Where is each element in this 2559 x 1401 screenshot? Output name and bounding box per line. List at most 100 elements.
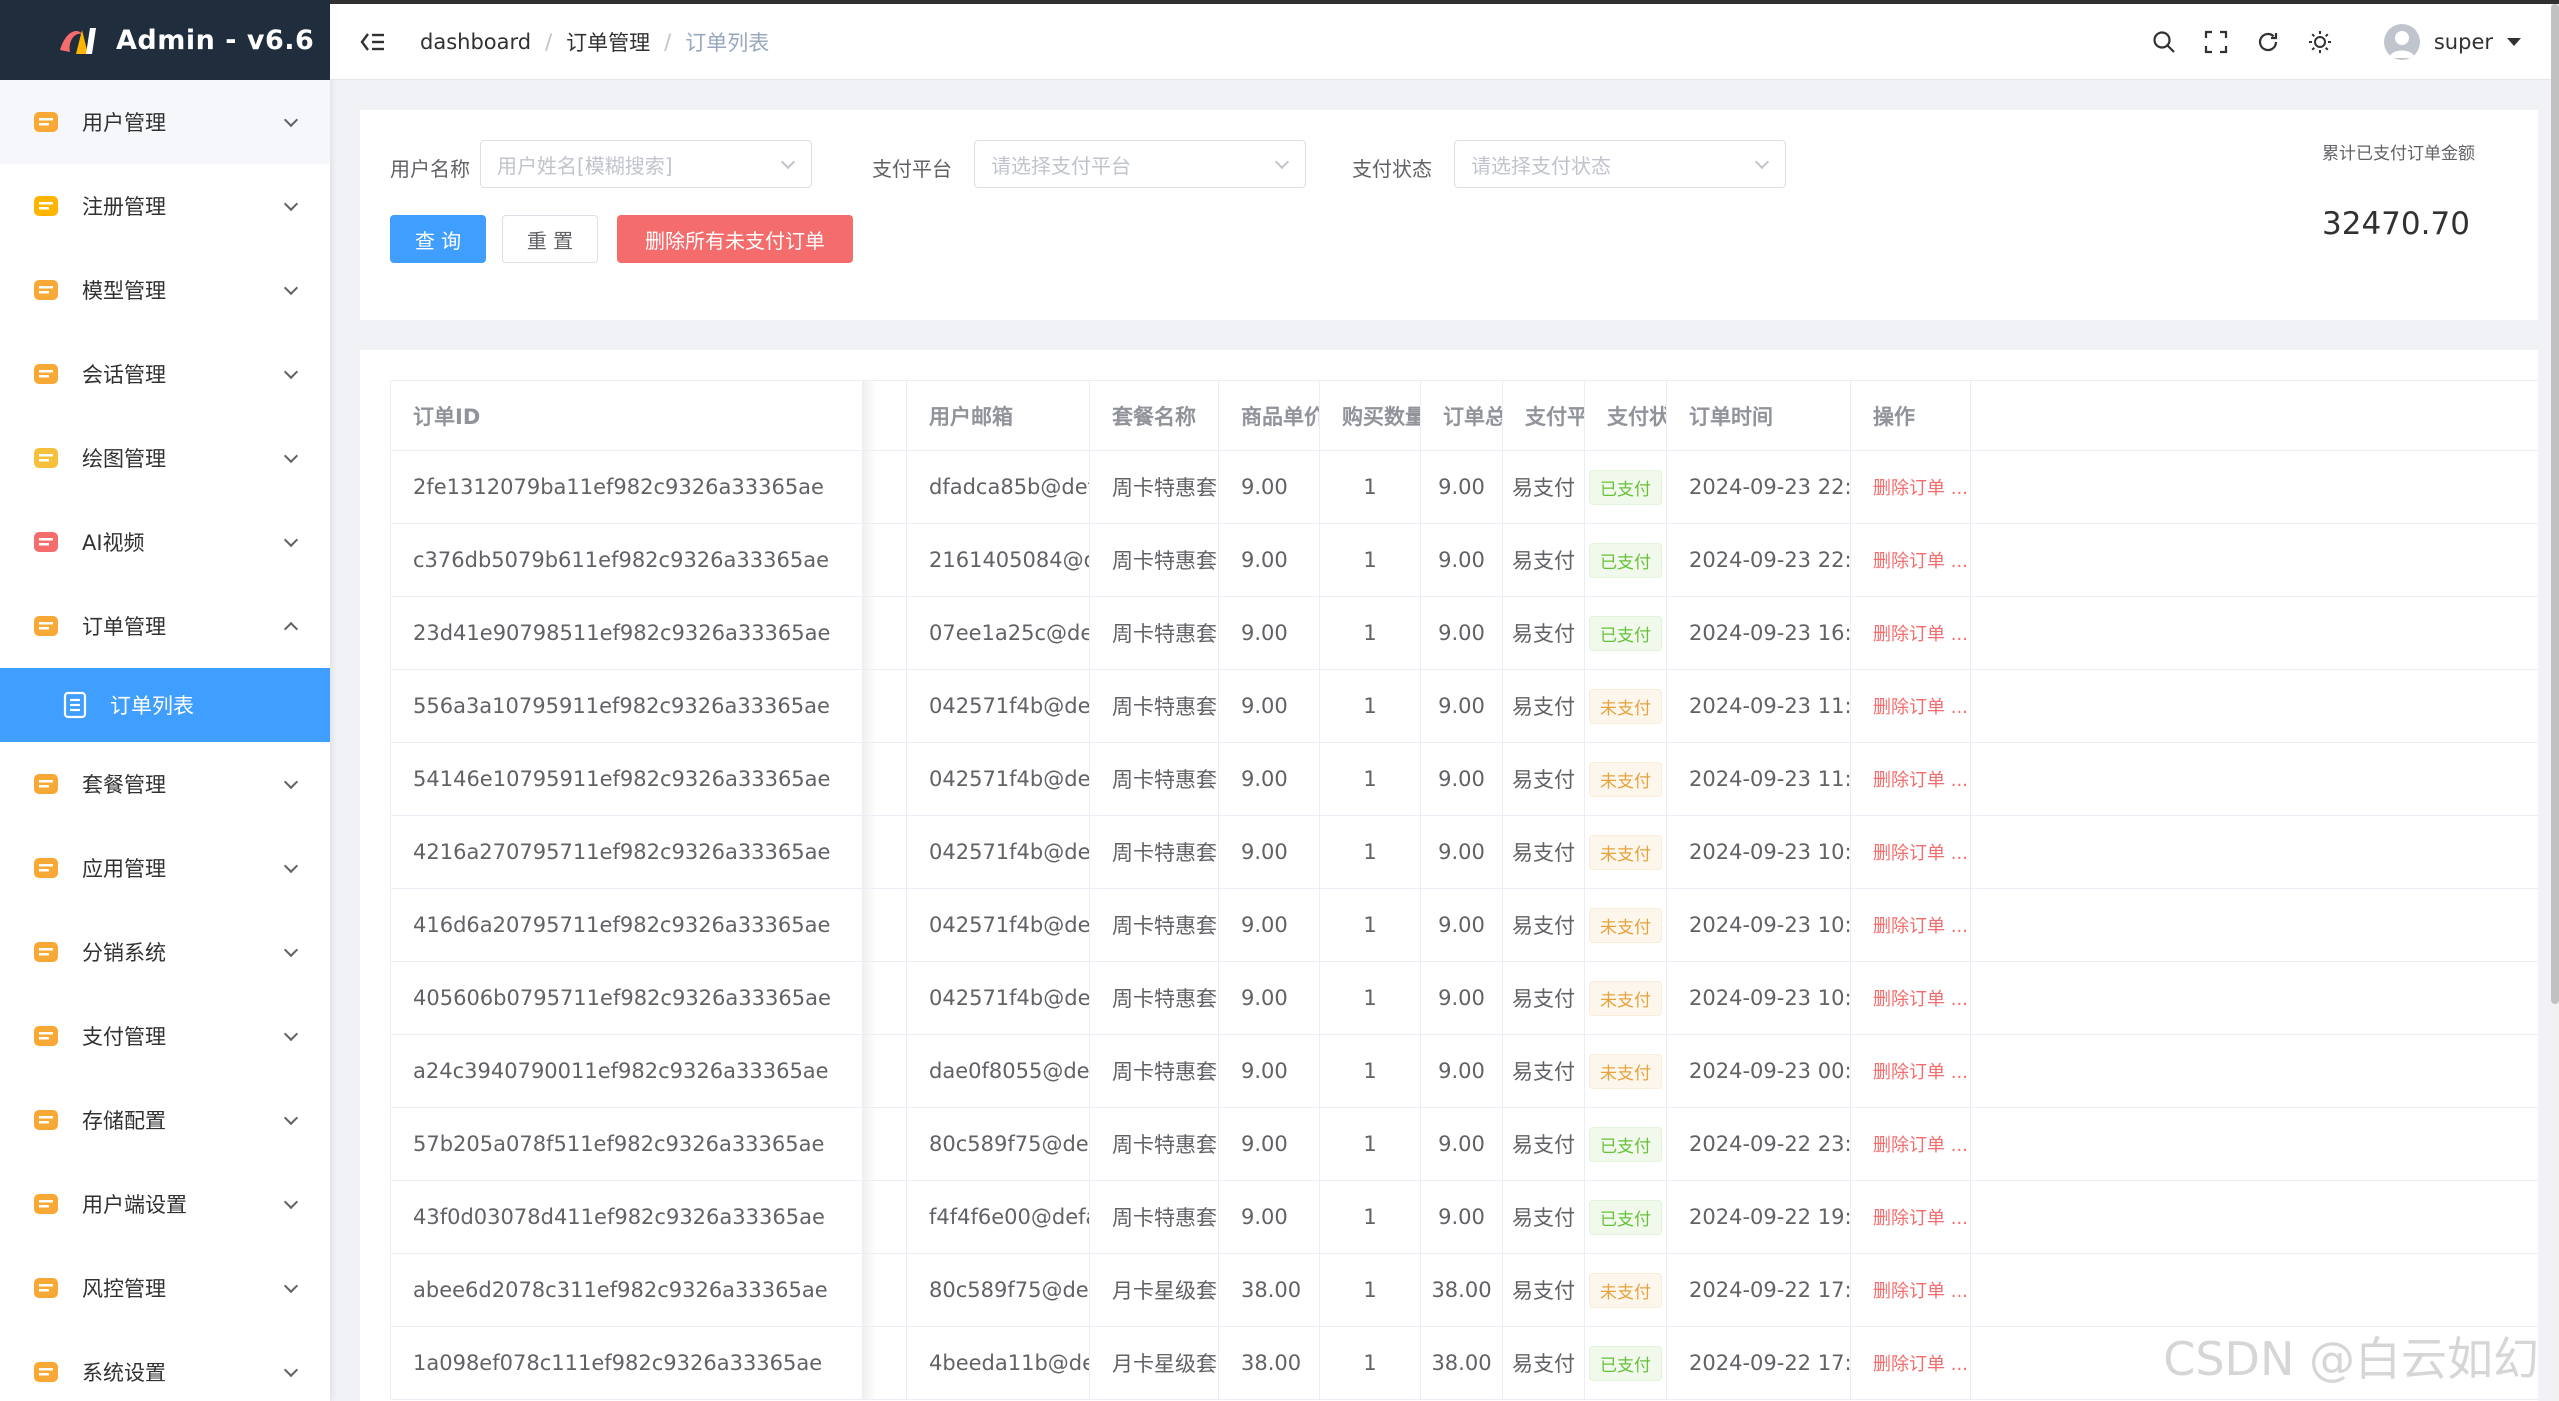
table-row[interactable]: c376db5079b611ef982c9326a33365ae 21614050… bbox=[391, 524, 2538, 597]
page-scrollbar-thumb[interactable] bbox=[2551, 4, 2559, 1004]
delete-order-link[interactable]: 删除订单 ... bbox=[1873, 547, 1968, 573]
delete-order-link[interactable]: 删除订单 ... bbox=[1873, 1204, 1968, 1230]
fullscreen-icon[interactable] bbox=[2204, 30, 2228, 54]
table-row[interactable]: 416d6a20795711ef982c9326a33365ae 042571f4… bbox=[391, 889, 2538, 962]
chevron-down-icon bbox=[283, 364, 299, 380]
status-cell: 已支付 bbox=[1585, 524, 1667, 596]
table-row[interactable]: a24c3940790011ef982c9326a33365ae dae0f805… bbox=[391, 1035, 2538, 1108]
status-badge: 已支付 bbox=[1589, 542, 1662, 578]
delete-unpaid-orders-button[interactable]: 删除所有未支付订单 bbox=[617, 215, 853, 263]
email-cell: 80c589f75@default.com bbox=[907, 1108, 1090, 1180]
email-cell: dfadca85b@default.com bbox=[907, 451, 1090, 523]
delete-order-link[interactable]: 删除订单 ... bbox=[1873, 1350, 1968, 1376]
action-cell: 删除订单 ... bbox=[1851, 743, 1971, 815]
sidebar-item-user-manage[interactable]: 用户管理 bbox=[0, 80, 330, 164]
sidebar-item-payment[interactable]: 支付管理 bbox=[0, 994, 330, 1078]
table-row[interactable]: 57b205a078f511ef982c9326a33365ae 80c589f7… bbox=[391, 1108, 2538, 1181]
unit-price-cell: 9.00 bbox=[1219, 743, 1320, 815]
status-cell: 未支付 bbox=[1585, 743, 1667, 815]
order-id-cell: a24c3940790011ef982c9326a33365ae bbox=[391, 1035, 863, 1107]
quantity-cell: 1 bbox=[1320, 524, 1421, 596]
sidebar-item-distribution[interactable]: 分销系统 bbox=[0, 910, 330, 994]
sidebar-item-chat[interactable]: 会话管理 bbox=[0, 332, 330, 416]
top-navbar: dashboard / 订单管理 / 订单列表 super bbox=[330, 4, 2551, 80]
user-dropdown[interactable]: super bbox=[2383, 24, 2521, 60]
delete-order-link[interactable]: 删除订单 ... bbox=[1873, 912, 1968, 938]
action-cell: 删除订单 ... bbox=[1851, 962, 1971, 1034]
model-icon bbox=[30, 274, 62, 306]
column-header[interactable]: 套餐名称 bbox=[1090, 381, 1219, 450]
table-row[interactable]: 556a3a10795911ef982c9326a33365ae 042571f4… bbox=[391, 670, 2538, 743]
table-row[interactable]: 2fe1312079ba11ef982c9326a33365ae dfadca85… bbox=[391, 451, 2538, 524]
avatar bbox=[2383, 24, 2420, 60]
column-header[interactable]: 购买数量 bbox=[1320, 381, 1421, 450]
sidebar-item-model[interactable]: 模型管理 bbox=[0, 248, 330, 332]
column-header[interactable]: 订单时间 bbox=[1667, 381, 1851, 450]
sidebar-item-client-settings[interactable]: 用户端设置 bbox=[0, 1162, 330, 1246]
query-button[interactable]: 查 询 bbox=[390, 215, 486, 263]
package-cell: 周卡特惠套餐 bbox=[1090, 670, 1219, 742]
delete-order-link[interactable]: 删除订单 ... bbox=[1873, 1277, 1968, 1303]
sidebar-item-label: 存储配置 bbox=[82, 1109, 166, 1133]
sidebar-item-palette[interactable]: 绘图管理 bbox=[0, 416, 330, 500]
chevron-down-icon bbox=[283, 858, 299, 874]
table-row[interactable]: abee6d2078c311ef982c9326a33365ae 80c589f7… bbox=[391, 1254, 2538, 1327]
breadcrumb-order-manage[interactable]: 订单管理 bbox=[566, 27, 650, 57]
status-cell: 未支付 bbox=[1585, 670, 1667, 742]
delete-order-link[interactable]: 删除订单 ... bbox=[1873, 839, 1968, 865]
delete-order-link[interactable]: 删除订单 ... bbox=[1873, 985, 1968, 1011]
logo-icon bbox=[60, 28, 96, 54]
sidebar-item-package[interactable]: 套餐管理 bbox=[0, 742, 330, 826]
delete-order-link[interactable]: 删除订单 ... bbox=[1873, 693, 1968, 719]
delete-order-link[interactable]: 删除订单 ... bbox=[1873, 1131, 1968, 1157]
column-gap bbox=[863, 1108, 907, 1180]
chevron-down-icon bbox=[1274, 154, 1290, 170]
sidebar-item-shield[interactable]: 风控管理 bbox=[0, 1246, 330, 1330]
sidebar-item-video[interactable]: AI视频 bbox=[0, 500, 330, 584]
breadcrumb-dashboard[interactable]: dashboard bbox=[420, 30, 531, 54]
table-row[interactable]: 23d41e90798511ef982c9326a33365ae 07ee1a25… bbox=[391, 597, 2538, 670]
sidebar-item-order[interactable]: 订单管理 bbox=[0, 584, 330, 668]
sidebar-item-gear[interactable]: 系统设置 bbox=[0, 1330, 330, 1401]
package-cell: 周卡特惠套餐 bbox=[1090, 1108, 1219, 1180]
delete-order-link[interactable]: 删除订单 ... bbox=[1873, 474, 1968, 500]
email-cell: 80c589f75@default.com bbox=[907, 1254, 1090, 1326]
sidebar-item-apps[interactable]: 应用管理 bbox=[0, 826, 330, 910]
column-header[interactable]: 订单ID bbox=[391, 381, 863, 450]
column-gap bbox=[863, 1254, 907, 1326]
username-search-input[interactable]: 用户姓名[模糊搜索] bbox=[480, 140, 812, 188]
app-logo[interactable]: Admin - v6.6 bbox=[0, 0, 330, 80]
theme-sun-icon[interactable] bbox=[2308, 30, 2332, 54]
sidebar-item-storage[interactable]: 存储配置 bbox=[0, 1078, 330, 1162]
sidebar-item-register[interactable]: 注册管理 bbox=[0, 164, 330, 248]
column-header[interactable]: 支付状态 bbox=[1585, 381, 1667, 450]
table-row[interactable]: 4216a270795711ef982c9326a33365ae 042571f4… bbox=[391, 816, 2538, 889]
table-row[interactable]: 405606b0795711ef982c9326a33365ae 042571f4… bbox=[391, 962, 2538, 1035]
email-cell: 042571f4b@default.com bbox=[907, 962, 1090, 1034]
package-cell: 周卡特惠套餐 bbox=[1090, 743, 1219, 815]
column-header[interactable]: 订单总价 bbox=[1421, 381, 1503, 450]
delete-order-link[interactable]: 删除订单 ... bbox=[1873, 1058, 1968, 1084]
email-cell: dae0f8055@default.com bbox=[907, 1035, 1090, 1107]
platform-select[interactable]: 请选择支付平台 bbox=[974, 140, 1306, 188]
sidebar-toggle-button[interactable] bbox=[356, 25, 390, 59]
chevron-down-icon bbox=[283, 280, 299, 296]
refresh-icon[interactable] bbox=[2256, 30, 2280, 54]
status-select[interactable]: 请选择支付状态 bbox=[1454, 140, 1786, 188]
column-header[interactable]: 支付平台 bbox=[1503, 381, 1585, 450]
delete-order-link[interactable]: 删除订单 ... bbox=[1873, 766, 1968, 792]
status-cell: 已支付 bbox=[1585, 1181, 1667, 1253]
delete-order-link[interactable]: 删除订单 ... bbox=[1873, 620, 1968, 646]
table-row[interactable]: 43f0d03078d411ef982c9326a33365ae f4f4f6e0… bbox=[391, 1181, 2538, 1254]
column-gap bbox=[863, 962, 907, 1034]
column-header[interactable]: 操作 bbox=[1851, 381, 1971, 450]
sidebar-item-order-list[interactable]: 订单列表 bbox=[0, 668, 330, 742]
column-header[interactable]: 用户邮箱 bbox=[907, 381, 1090, 450]
reset-button[interactable]: 重 置 bbox=[502, 215, 598, 263]
table-row[interactable]: 54146e10795911ef982c9326a33365ae 042571f4… bbox=[391, 743, 2538, 816]
column-header[interactable]: 商品单价 bbox=[1219, 381, 1320, 450]
time-cell: 2024-09-23 16:23:41 bbox=[1667, 597, 1851, 669]
unit-price-cell: 9.00 bbox=[1219, 670, 1320, 742]
search-icon[interactable] bbox=[2152, 30, 2176, 54]
quantity-cell: 1 bbox=[1320, 1327, 1421, 1399]
